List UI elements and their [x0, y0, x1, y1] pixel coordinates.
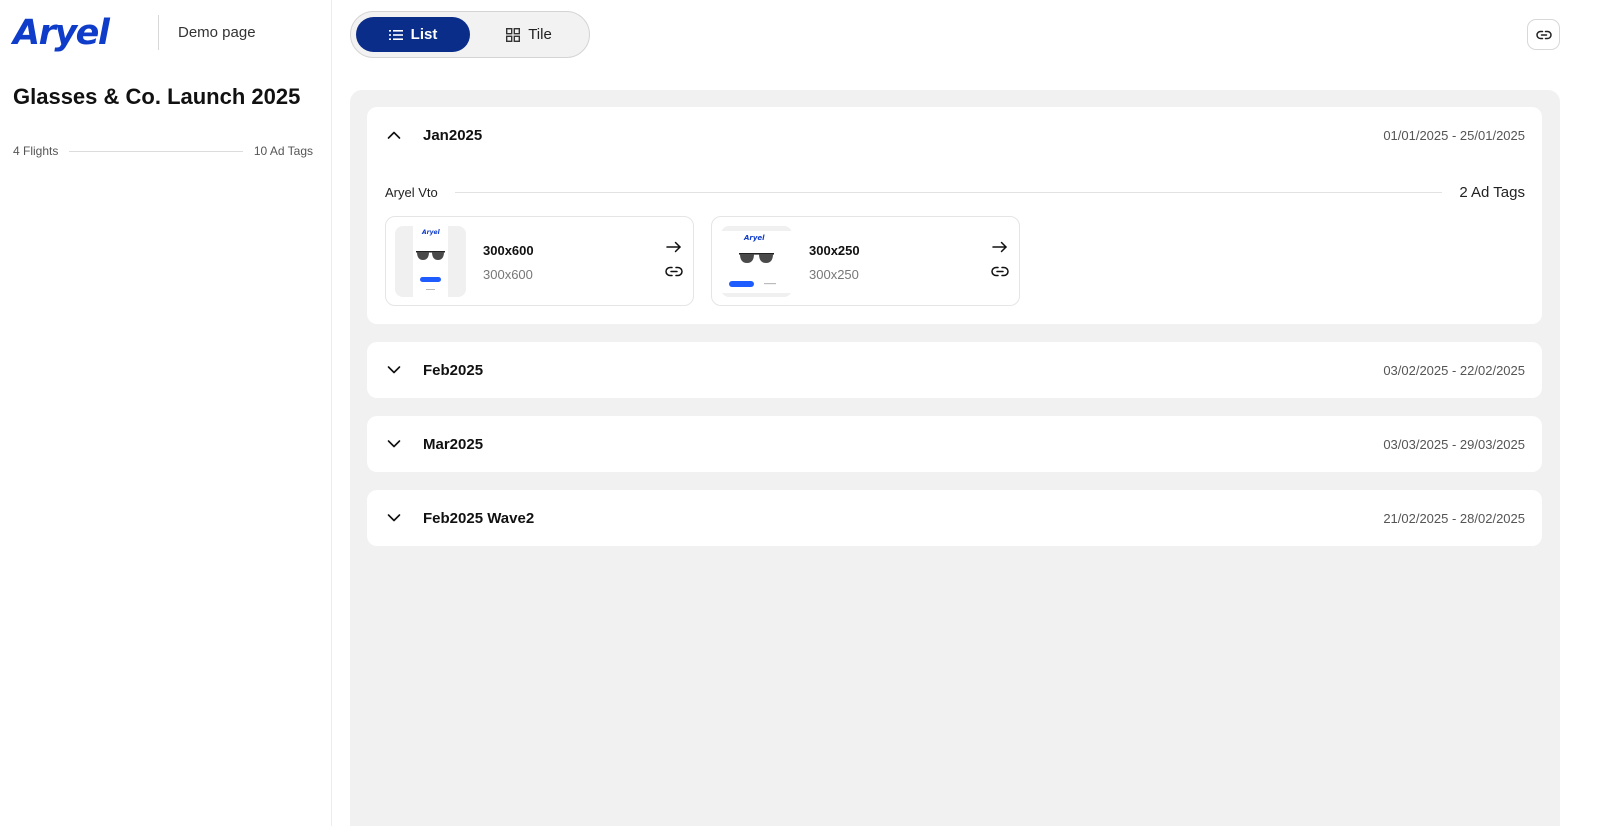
tile-view-label: Tile	[528, 26, 552, 43]
flight-header[interactable]: Jan2025 01/01/2025 - 25/01/2025	[367, 107, 1542, 163]
flight-dates: 03/02/2025 - 22/02/2025	[1383, 362, 1525, 378]
list-icon	[388, 29, 403, 40]
ad-tag-card-300x600[interactable]: Aryel 300x600 300x600	[385, 216, 694, 306]
sidebar: Aryel Demo page Glasses & Co. Launch 202…	[0, 0, 332, 826]
aryel-logo[interactable]: Aryel	[13, 12, 110, 53]
copy-link-button[interactable]	[1527, 19, 1560, 50]
flight-card-feb2025: Feb2025 03/02/2025 - 22/02/2025	[367, 342, 1542, 398]
logo-text: Aryel	[13, 12, 110, 53]
chevron-up-icon[interactable]	[387, 131, 401, 140]
flight-name: Feb2025 Wave2	[423, 509, 535, 527]
flight-card-feb2025-wave2: Feb2025 Wave2 21/02/2025 - 28/02/2025	[367, 490, 1542, 546]
ad-group-row: Aryel Vto 2 Ad Tags	[385, 183, 1525, 201]
arrow-right-icon[interactable]	[992, 241, 1008, 253]
link-icon	[1535, 30, 1552, 39]
flights-count: 4 Flights	[13, 144, 59, 158]
thumb-logo: Aryel	[421, 229, 441, 236]
flight-header[interactable]: Feb2025 Wave2 21/02/2025 - 28/02/2025	[367, 490, 1542, 546]
flight-header[interactable]: Feb2025 03/02/2025 - 22/02/2025	[367, 342, 1542, 398]
flight-name: Mar2025	[423, 435, 484, 453]
chevron-down-icon[interactable]	[387, 366, 401, 375]
ad-tag-card-300x250[interactable]: Aryel 300x250 300x250	[711, 216, 1020, 306]
sunglasses-preview: Aryel	[416, 229, 445, 290]
flight-header[interactable]: Mar2025 03/03/2025 - 29/03/2025	[367, 416, 1542, 472]
list-view-button[interactable]: List	[356, 17, 470, 52]
ad-preview-vertical: Aryel	[413, 226, 448, 297]
ad-tag-title: 300x250	[809, 243, 860, 258]
flight-card-jan2025: Jan2025 01/01/2025 - 25/01/2025 Aryel Vt…	[367, 107, 1542, 324]
list-view-label: List	[410, 26, 438, 43]
ad-tags-count: 10 Ad Tags	[253, 144, 313, 158]
ad-preview-horizontal: Aryel	[721, 231, 792, 293]
grid-icon	[506, 27, 521, 42]
thumb-logo: Aryel	[743, 234, 765, 242]
flight-card-mar2025: Mar2025 03/03/2025 - 29/03/2025	[367, 416, 1542, 472]
view-toggle: List Tile	[350, 11, 590, 58]
flight-name: Jan2025	[423, 126, 483, 144]
flights-panel: Jan2025 01/01/2025 - 25/01/2025 Aryel Vt…	[350, 90, 1560, 826]
chevron-down-icon[interactable]	[387, 514, 401, 523]
ad-tag-title: 300x600	[483, 243, 534, 258]
stats-divider	[69, 150, 243, 152]
ad-tag-size: 300x600	[483, 267, 533, 282]
tile-view-button[interactable]: Tile	[473, 17, 585, 52]
ad-group-count: 2 Ad Tags	[1459, 183, 1525, 201]
flight-dates: 01/01/2025 - 25/01/2025	[1383, 127, 1525, 143]
group-divider	[454, 191, 1443, 193]
flight-name: Feb2025	[423, 361, 484, 379]
sunglasses-preview: Aryel	[729, 234, 776, 287]
arrow-right-icon[interactable]	[666, 241, 682, 253]
brand-divider	[158, 15, 159, 50]
ad-thumbnail: Aryel	[721, 226, 792, 297]
ad-group-name: Aryel Vto	[385, 184, 438, 200]
flight-dates: 21/02/2025 - 28/02/2025	[1383, 510, 1525, 526]
chevron-down-icon[interactable]	[387, 440, 401, 449]
flight-dates: 03/03/2025 - 29/03/2025	[1383, 436, 1525, 452]
ad-thumbnail: Aryel	[395, 226, 466, 297]
brand-subtitle: Demo page	[178, 24, 256, 41]
ad-tag-size: 300x250	[809, 267, 859, 282]
campaign-stats: 4 Flights 10 Ad Tags	[13, 143, 313, 159]
link-icon[interactable]	[991, 266, 1009, 277]
campaign-title: Glasses & Co. Launch 2025	[13, 84, 301, 109]
link-icon[interactable]	[665, 266, 683, 277]
